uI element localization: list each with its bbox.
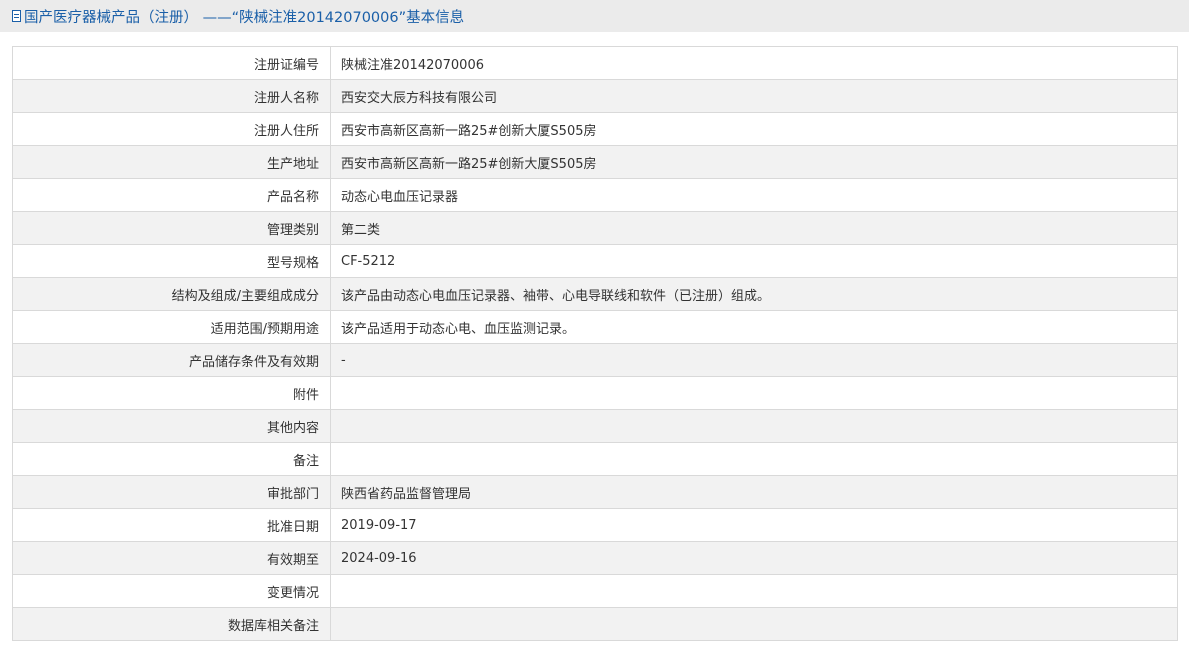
table-row: 有效期至 2024-09-16 [12,541,1178,575]
table-row: 注册证编号 陕械注准20142070006 [12,46,1178,80]
row-value-approval-authority: 陕西省药品监督管理局 [330,475,1178,509]
row-label-storage-shelf-life: 产品储存条件及有效期 [12,343,331,377]
table-row: 适用范围/预期用途 该产品适用于动态心电、血压监测记录。 [12,310,1178,344]
row-label-intended-use: 适用范围/预期用途 [12,310,331,344]
document-icon [12,10,21,22]
row-label-remarks: 备注 [12,442,331,476]
table-row: 审批部门 陕西省药品监督管理局 [12,475,1178,509]
table-row: 数据库相关备注 [12,607,1178,641]
row-label-model-spec: 型号规格 [12,244,331,278]
row-value-model-spec: CF-5212 [330,244,1178,278]
table-row: 批准日期 2019-09-17 [12,508,1178,542]
table-row: 型号规格 CF-5212 [12,244,1178,278]
table-row: 注册人名称 西安交大辰方科技有限公司 [12,79,1178,113]
row-label-structure-composition: 结构及组成/主要组成成分 [12,277,331,311]
row-value-intended-use: 该产品适用于动态心电、血压监测记录。 [330,310,1178,344]
table-row: 其他内容 [12,409,1178,443]
row-value-other-content [330,409,1178,443]
page-header: 国产医疗器械产品（注册） ——“陕械注准20142070006”基本信息 [0,0,1189,32]
table-row: 管理类别 第二类 [12,211,1178,245]
row-value-registration-number: 陕械注准20142070006 [330,46,1178,80]
row-label-change-history: 变更情况 [12,574,331,608]
row-label-registrant-address: 注册人住所 [12,112,331,146]
row-value-remarks [330,442,1178,476]
page-title: 国产医疗器械产品（注册） ——“陕械注准20142070006”基本信息 [24,9,465,26]
info-table: 注册证编号 陕械注准20142070006 注册人名称 西安交大辰方科技有限公司… [12,46,1178,641]
table-row: 变更情况 [12,574,1178,608]
table-row: 附件 [12,376,1178,410]
row-label-approval-authority: 审批部门 [12,475,331,509]
row-value-change-history [330,574,1178,608]
row-value-valid-until: 2024-09-16 [330,541,1178,575]
row-label-registrant-name: 注册人名称 [12,79,331,113]
row-label-valid-until: 有效期至 [12,541,331,575]
row-value-production-address: 西安市高新区高新一路25#创新大厦S505房 [330,145,1178,179]
row-value-storage-shelf-life: - [330,343,1178,377]
table-row: 生产地址 西安市高新区高新一路25#创新大厦S505房 [12,145,1178,179]
table-row: 产品名称 动态心电血压记录器 [12,178,1178,212]
row-label-approval-date: 批准日期 [12,508,331,542]
table-row: 产品储存条件及有效期 - [12,343,1178,377]
row-label-management-class: 管理类别 [12,211,331,245]
row-value-attachments [330,376,1178,410]
row-label-attachments: 附件 [12,376,331,410]
row-value-registrant-address: 西安市高新区高新一路25#创新大厦S505房 [330,112,1178,146]
row-label-production-address: 生产地址 [12,145,331,179]
row-value-approval-date: 2019-09-17 [330,508,1178,542]
table-row: 结构及组成/主要组成成分 该产品由动态心电血压记录器、袖带、心电导联线和软件（已… [12,277,1178,311]
row-label-registration-number: 注册证编号 [12,46,331,80]
row-value-product-name: 动态心电血压记录器 [330,178,1178,212]
row-value-structure-composition: 该产品由动态心电血压记录器、袖带、心电导联线和软件（已注册）组成。 [330,277,1178,311]
row-label-database-notes: 数据库相关备注 [12,607,331,641]
row-value-registrant-name: 西安交大辰方科技有限公司 [330,79,1178,113]
row-label-product-name: 产品名称 [12,178,331,212]
row-label-other-content: 其他内容 [12,409,331,443]
row-value-database-notes [330,607,1178,641]
table-row: 备注 [12,442,1178,476]
table-row: 注册人住所 西安市高新区高新一路25#创新大厦S505房 [12,112,1178,146]
row-value-management-class: 第二类 [330,211,1178,245]
